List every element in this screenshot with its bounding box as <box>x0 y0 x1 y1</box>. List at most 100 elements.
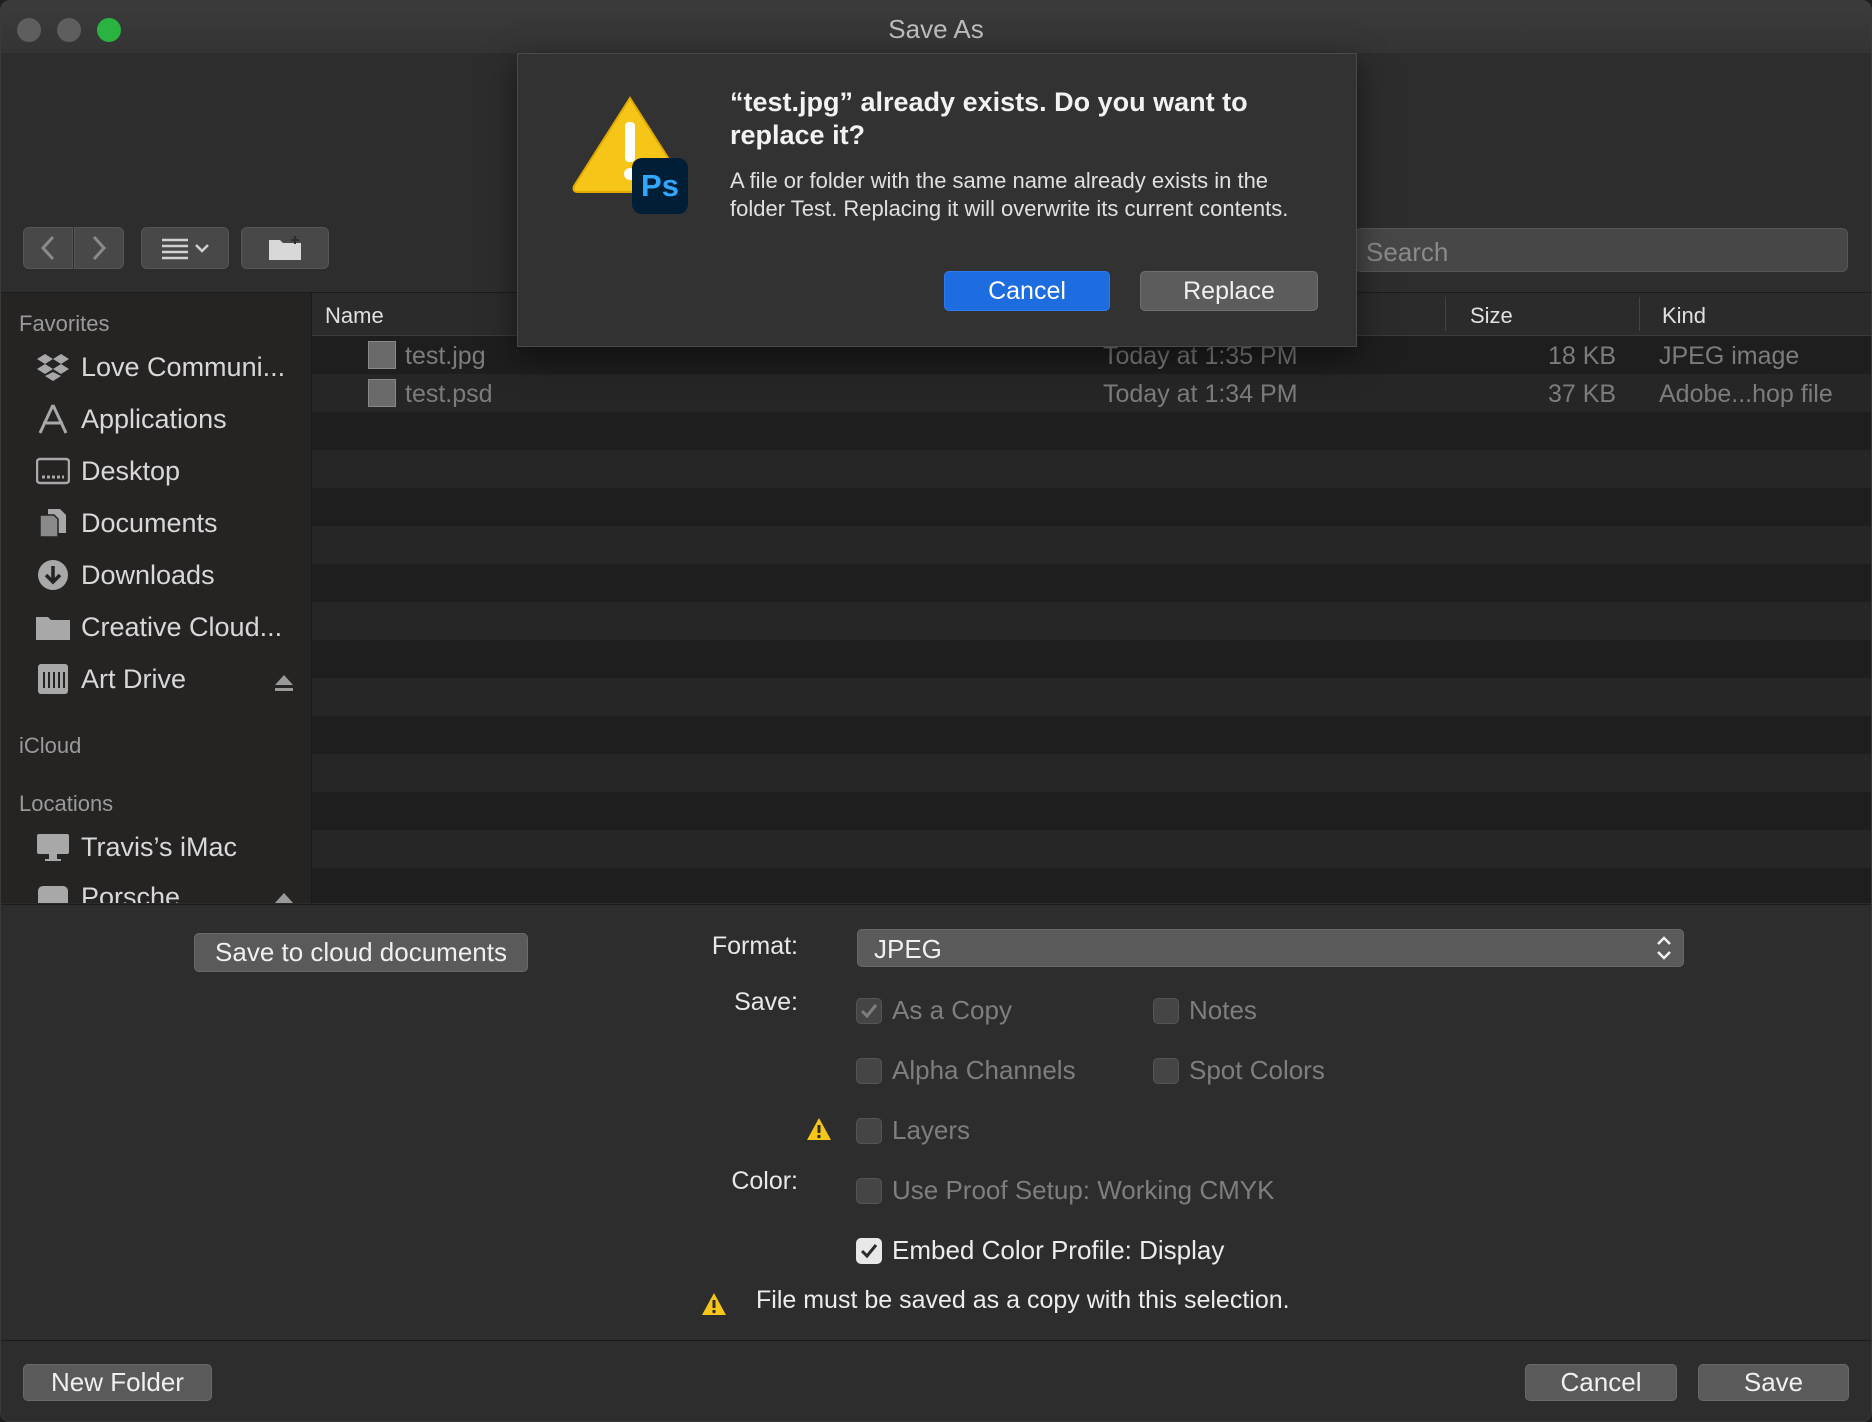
sidebar-item-label: Documents <box>81 507 218 538</box>
format-select[interactable]: JPEG <box>857 929 1684 967</box>
title-bar: Save As <box>1 1 1871 54</box>
cancel-button[interactable]: Cancel <box>1525 1364 1677 1401</box>
empty-row <box>312 488 1871 526</box>
sidebar-item-label: Love Communi... <box>81 351 286 382</box>
use-proof-setup-label: Use Proof Setup: Working CMYK <box>892 1175 1275 1205</box>
sidebar-item-label: Porsche <box>81 881 181 904</box>
sidebar-item-porsche[interactable]: Porsche <box>35 877 295 903</box>
dialog-replace-button[interactable]: Replace <box>1140 271 1318 311</box>
empty-row <box>312 564 1871 602</box>
file-list: Name Size Kind test.jpg Today at 1:35 PM… <box>312 293 1871 903</box>
checkmark-icon <box>860 1004 878 1019</box>
file-date: Today at 1:34 PM <box>1103 380 1298 408</box>
file-name: test.jpg <box>405 342 486 370</box>
sidebar-item-applications[interactable]: Applications <box>35 399 295 439</box>
embed-color-profile-label: Embed Color Profile: Display <box>892 1235 1225 1265</box>
sidebar-item-travis-imac[interactable]: Travis’s iMac <box>35 827 295 867</box>
empty-row <box>312 716 1871 754</box>
file-size: 18 KB <box>1548 342 1617 370</box>
empty-row <box>312 450 1871 488</box>
sidebar-item-love-communications[interactable]: Love Communi... <box>35 347 295 387</box>
sidebar-item-label: Desktop <box>81 455 181 486</box>
color-label: Color: <box>731 1167 798 1195</box>
eject-icon[interactable] <box>273 669 295 700</box>
table-row[interactable]: test.psd Today at 1:34 PM 37 KB Adobe...… <box>312 374 1871 412</box>
sidebar-item-creative-cloud[interactable]: Creative Cloud... <box>35 607 295 647</box>
column-header-kind[interactable]: Kind <box>1662 303 1706 329</box>
empty-row <box>312 868 1871 903</box>
empty-row <box>312 412 1871 450</box>
empty-row <box>312 602 1871 640</box>
column-divider <box>1639 297 1640 331</box>
warning-icon <box>701 1292 727 1321</box>
column-header-name[interactable]: Name <box>325 303 384 329</box>
view-options-button[interactable] <box>141 227 229 269</box>
sidebar-item-label: Applications <box>81 403 227 434</box>
as-a-copy-label: As a Copy <box>892 995 1012 1025</box>
window-title: Save As <box>888 14 984 44</box>
empty-row <box>312 830 1871 868</box>
folder-icon <box>35 610 71 644</box>
sidebar-item-downloads[interactable]: Downloads <box>35 555 295 595</box>
applications-icon <box>35 402 71 436</box>
footer: New Folder Cancel Save <box>1 1340 1871 1421</box>
drive-icon <box>35 880 71 903</box>
empty-row <box>312 526 1871 564</box>
sidebar-item-documents[interactable]: Documents <box>35 503 295 543</box>
file-kind: Adobe...hop file <box>1659 380 1833 408</box>
sidebar-item-label: Travis’s iMac <box>81 831 238 862</box>
save-label: Save: <box>734 988 798 1016</box>
sidebar-header-locations: Locations <box>19 791 114 816</box>
search-field[interactable]: Search <box>1355 228 1848 272</box>
chevron-left-icon <box>40 235 55 261</box>
chevron-right-icon <box>92 235 107 261</box>
checkmark-icon <box>860 1244 878 1259</box>
empty-row <box>312 640 1871 678</box>
photoshop-warning-icon: Ps <box>570 94 710 214</box>
dropbox-icon <box>35 350 71 384</box>
dialog-title: “test.jpg” already exists. Do you want t… <box>730 87 1248 150</box>
dialog-message: A file or folder with the same name alre… <box>730 168 1289 221</box>
new-folder-toolbar-button[interactable] <box>241 227 329 269</box>
format-value: JPEG <box>874 934 942 964</box>
sidebar-header-favorites: Favorites <box>19 311 110 336</box>
psd-file-icon <box>368 379 396 407</box>
warning-icon <box>806 1117 832 1146</box>
sidebar-item-desktop[interactable]: Desktop <box>35 451 295 491</box>
file-name: test.psd <box>405 380 493 408</box>
empty-row <box>312 678 1871 716</box>
as-a-copy-checkbox[interactable] <box>856 998 882 1024</box>
dialog-cancel-button[interactable]: Cancel <box>944 271 1110 311</box>
computer-icon <box>35 830 71 864</box>
photoshop-app-icon: Ps <box>632 158 688 214</box>
back-button[interactable] <box>23 227 73 269</box>
notes-checkbox[interactable] <box>1153 998 1179 1024</box>
replace-confirmation-dialog: Ps “test.jpg” already exists. Do you wan… <box>517 53 1357 347</box>
spot-colors-label: Spot Colors <box>1189 1055 1325 1085</box>
embed-color-profile-checkbox[interactable] <box>856 1238 882 1264</box>
sidebar-item-label: Downloads <box>81 559 215 590</box>
list-view-icon <box>162 238 209 260</box>
save-to-cloud-button[interactable]: Save to cloud documents <box>194 933 528 972</box>
spot-colors-checkbox[interactable] <box>1153 1058 1179 1084</box>
alpha-channels-checkbox[interactable] <box>856 1058 882 1084</box>
sidebar-item-label: Art Drive <box>81 663 187 694</box>
save-button[interactable]: Save <box>1698 1364 1849 1401</box>
downloads-icon <box>35 558 71 592</box>
eject-icon[interactable] <box>273 887 295 903</box>
jpeg-file-icon <box>368 341 396 369</box>
search-placeholder: Search <box>1366 237 1449 267</box>
format-label: Format: <box>711 932 798 960</box>
save-as-window: Save As Search Favorites Love Communi...… <box>0 0 1872 1422</box>
new-folder-button[interactable]: New Folder <box>23 1364 212 1401</box>
column-header-size[interactable]: Size <box>1470 303 1513 329</box>
save-options-panel: Save to cloud documents Format: JPEG Sav… <box>1 904 1871 1341</box>
sidebar-item-label: Creative Cloud... <box>81 611 283 642</box>
layers-label: Layers <box>892 1115 971 1145</box>
layers-checkbox[interactable] <box>856 1118 882 1144</box>
sidebar-item-art-drive[interactable]: Art Drive <box>35 659 295 699</box>
forward-button[interactable] <box>74 227 124 269</box>
sidebar: Favorites Love Communi... Applications D… <box>1 293 312 903</box>
use-proof-setup-checkbox[interactable] <box>856 1178 882 1204</box>
empty-row <box>312 792 1871 830</box>
